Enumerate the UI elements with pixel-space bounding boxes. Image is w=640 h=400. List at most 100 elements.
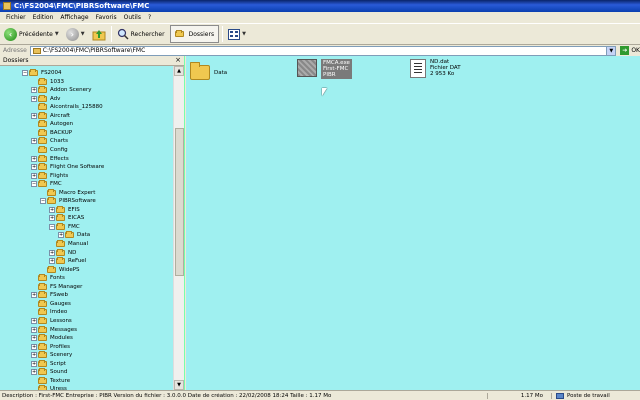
tree-item[interactable]: + Flight One Software	[31, 163, 104, 171]
tree-item[interactable]: Aicontrails_125880	[31, 103, 103, 111]
tree-item[interactable]: + Script	[31, 359, 66, 368]
menu-fichier[interactable]: Fichier	[3, 12, 30, 23]
back-button[interactable]: ‹ Précédente ▼	[2, 25, 61, 43]
expand-icon[interactable]: +	[31, 87, 37, 94]
folder-icon	[56, 240, 65, 247]
tree-item-label: ND	[68, 249, 77, 256]
tree-item[interactable]: + ReFuel	[49, 257, 86, 265]
address-dropdown-button[interactable]: ▼	[606, 46, 616, 55]
tree-item[interactable]: + Modules	[31, 334, 73, 342]
mouse-cursor-icon	[322, 88, 327, 96]
close-icon[interactable]: ×	[175, 56, 181, 64]
tree-item[interactable]: + Profiles	[31, 342, 70, 351]
tree-item[interactable]: + Aircraft	[31, 111, 70, 120]
expand-icon[interactable]: +	[31, 317, 37, 324]
folder-icon	[190, 62, 210, 80]
address-bar: Adresse C:\FS2004\FMC\PIBRSoftware\FMC ▼…	[0, 45, 640, 56]
folders-button[interactable]: Dossiers	[169, 25, 220, 43]
tree-item[interactable]: + FSweb	[31, 291, 68, 299]
tree-item[interactable]: Manual	[49, 240, 88, 248]
folder-icon	[38, 145, 47, 153]
expand-icon[interactable]: +	[31, 155, 37, 162]
collapse-icon[interactable]: −	[40, 198, 46, 205]
file-item-data[interactable]: Data	[190, 62, 227, 80]
tree-item[interactable]: WidePS	[40, 265, 80, 274]
file-details: FMCA.exe First-FMC PIBR	[321, 59, 352, 79]
tree-item[interactable]: + Adv	[31, 94, 60, 103]
tree-item[interactable]: Texture	[31, 376, 70, 385]
folder-icon	[38, 77, 47, 85]
tree-item[interactable]: + Scenery	[31, 351, 72, 359]
expand-icon[interactable]: +	[31, 360, 37, 367]
tree-item[interactable]: Gauges	[31, 299, 71, 308]
menu-affichage[interactable]: Affichage	[57, 12, 92, 23]
expand-icon[interactable]: +	[31, 335, 37, 342]
expand-icon[interactable]: +	[58, 232, 64, 239]
expand-icon[interactable]: +	[31, 138, 37, 145]
tree-item[interactable]: − PIBRSoftware	[40, 197, 96, 205]
tree-item[interactable]: + Data	[58, 231, 90, 239]
expand-icon[interactable]: +	[31, 292, 37, 299]
tree-item[interactable]: + Flights	[31, 171, 68, 180]
expand-icon[interactable]: +	[31, 112, 37, 119]
folder-icon	[38, 376, 47, 384]
tree-item[interactable]: 1033	[31, 77, 64, 86]
folder-icon	[38, 94, 47, 102]
tree-item[interactable]: FS Manager	[31, 282, 82, 291]
folder-icon	[38, 368, 47, 376]
go-button[interactable]: ➔ OK	[620, 46, 640, 55]
tree-item[interactable]: + EFIS	[49, 205, 80, 214]
scroll-thumb[interactable]	[175, 128, 184, 276]
expand-icon[interactable]: +	[31, 369, 37, 376]
tree-item[interactable]: + EICAS	[49, 214, 84, 222]
menu-edition[interactable]: Edition	[30, 12, 58, 23]
file-item-dat[interactable]: ND.dat Fichier DAT 2 953 Ko	[410, 59, 461, 78]
expand-icon[interactable]: +	[49, 249, 55, 256]
tree-item[interactable]: − FMC	[31, 180, 62, 188]
tree-item[interactable]: Fonts	[31, 274, 65, 282]
collapse-icon[interactable]: −	[49, 223, 55, 230]
expand-icon[interactable]: +	[49, 258, 55, 265]
toolbar-separator	[222, 26, 224, 42]
up-folder-button[interactable]	[90, 25, 108, 43]
expand-icon[interactable]: +	[49, 206, 55, 213]
scroll-up-button[interactable]: ▲	[174, 66, 184, 76]
title-bar[interactable]: C:\FS2004\FMC\PIBRSoftware\FMC	[0, 0, 640, 12]
expand-icon[interactable]: +	[31, 95, 37, 102]
search-button[interactable]: Rechercher	[115, 25, 167, 43]
tree-scrollbar[interactable]: ▲ ▼	[173, 66, 184, 390]
tree-item[interactable]: + Effects	[31, 154, 69, 163]
toolbar-separator	[110, 26, 112, 42]
tree-item[interactable]: Macro Expert	[40, 188, 95, 197]
tree-item[interactable]: + Addon Scenery	[31, 86, 92, 94]
address-input[interactable]: C:\FS2004\FMC\PIBRSoftware\FMC ▼	[29, 45, 617, 56]
views-button[interactable]: ▼	[226, 25, 248, 43]
tree-item[interactable]: Imdeo	[31, 308, 67, 316]
forward-button[interactable]: › ▼	[64, 25, 87, 43]
expand-icon[interactable]: +	[49, 215, 55, 222]
file-item-exe[interactable]: FMCA.exe First-FMC PIBR	[297, 59, 352, 79]
expand-icon[interactable]: +	[31, 352, 37, 359]
menu-outils[interactable]: Outils	[121, 12, 145, 23]
expand-icon[interactable]: +	[31, 164, 37, 171]
menu-help[interactable]: ?	[145, 12, 155, 23]
tree-item[interactable]: + Messages	[31, 325, 77, 334]
tree-item[interactable]: Config	[31, 145, 68, 154]
tree-item[interactable]: + ND	[49, 248, 77, 257]
tree-item[interactable]: + Charts	[31, 137, 68, 145]
expand-icon[interactable]: +	[31, 172, 37, 179]
tree-item[interactable]: BACKUP	[31, 128, 72, 137]
scroll-down-button[interactable]: ▼	[174, 380, 184, 390]
expand-icon[interactable]: +	[31, 326, 37, 333]
tree-item[interactable]: Autogen	[31, 120, 73, 128]
tree-item[interactable]: − FS2004	[22, 69, 62, 77]
tree-item[interactable]: + Lessons	[31, 316, 72, 325]
folder-icon	[65, 231, 74, 239]
collapse-icon[interactable]: −	[31, 181, 37, 188]
collapse-icon[interactable]: −	[22, 70, 28, 76]
tree-item[interactable]: + Sound	[31, 368, 67, 376]
menu-favoris[interactable]: Favoris	[93, 12, 121, 23]
expand-icon[interactable]: +	[31, 343, 37, 350]
tree-item[interactable]: − FMC	[49, 222, 80, 231]
